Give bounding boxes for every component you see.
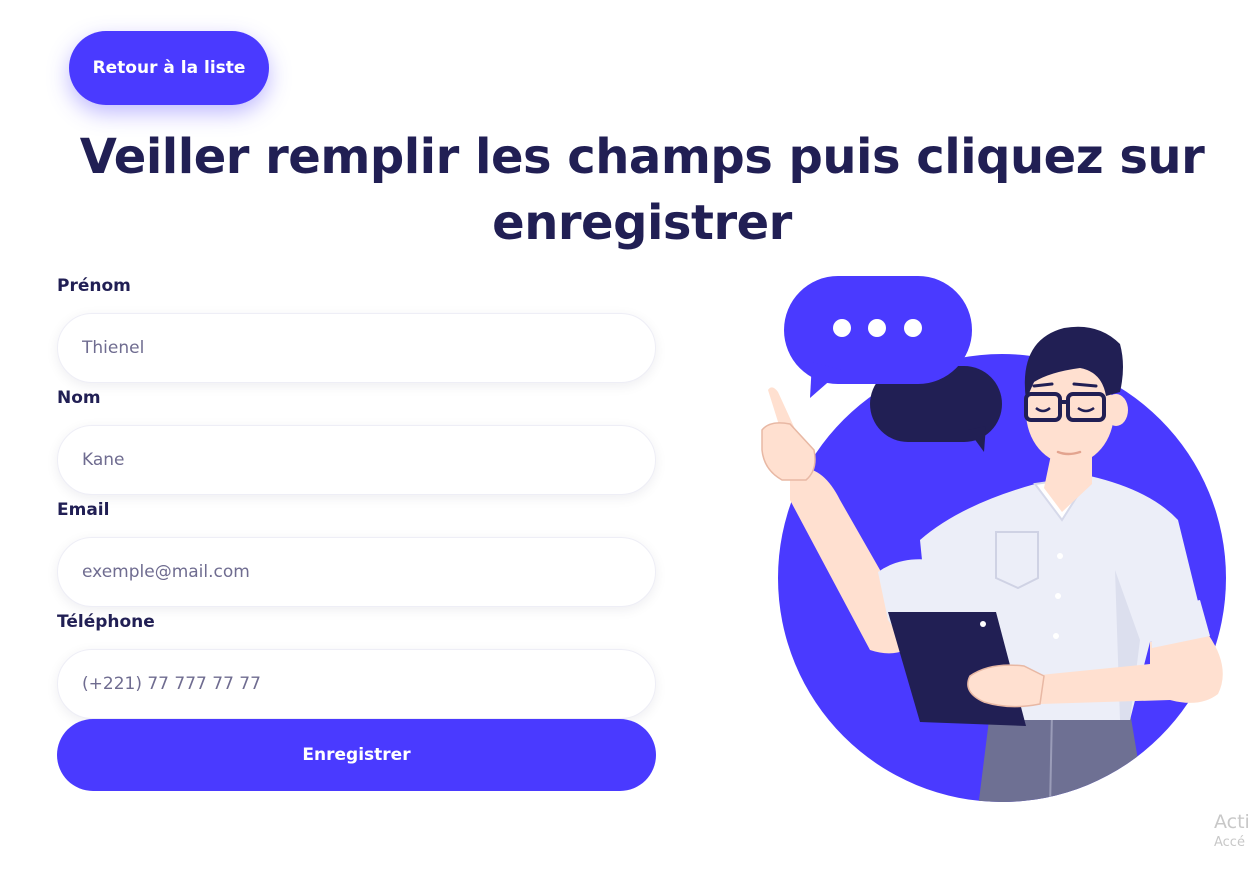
phone-input[interactable] bbox=[57, 649, 656, 719]
back-to-list-label: Retour à la liste bbox=[92, 58, 246, 78]
watermark-line-2: Accé bbox=[1214, 835, 1245, 850]
email-input[interactable] bbox=[57, 537, 656, 607]
first-name-label: Prénom bbox=[57, 276, 131, 296]
last-name-input[interactable] bbox=[57, 425, 656, 495]
first-name-input[interactable] bbox=[57, 313, 656, 383]
save-button-label: Enregistrer bbox=[302, 745, 411, 765]
watermark-line-1: Acti bbox=[1214, 811, 1248, 833]
email-label: Email bbox=[57, 500, 110, 520]
activate-windows-watermark: Acti Accé bbox=[1214, 811, 1248, 850]
last-name-label: Nom bbox=[57, 388, 101, 408]
page-title: Veiller remplir les champs puis cliquez … bbox=[79, 129, 1205, 251]
person-with-speech-bubbles-illustration bbox=[761, 276, 1226, 802]
save-button[interactable]: Enregistrer bbox=[57, 719, 656, 791]
back-to-list-button[interactable]: Retour à la liste bbox=[69, 31, 269, 105]
page: Retour à la liste Veiller remplir les ch… bbox=[0, 0, 1248, 871]
phone-label: Téléphone bbox=[57, 612, 155, 632]
